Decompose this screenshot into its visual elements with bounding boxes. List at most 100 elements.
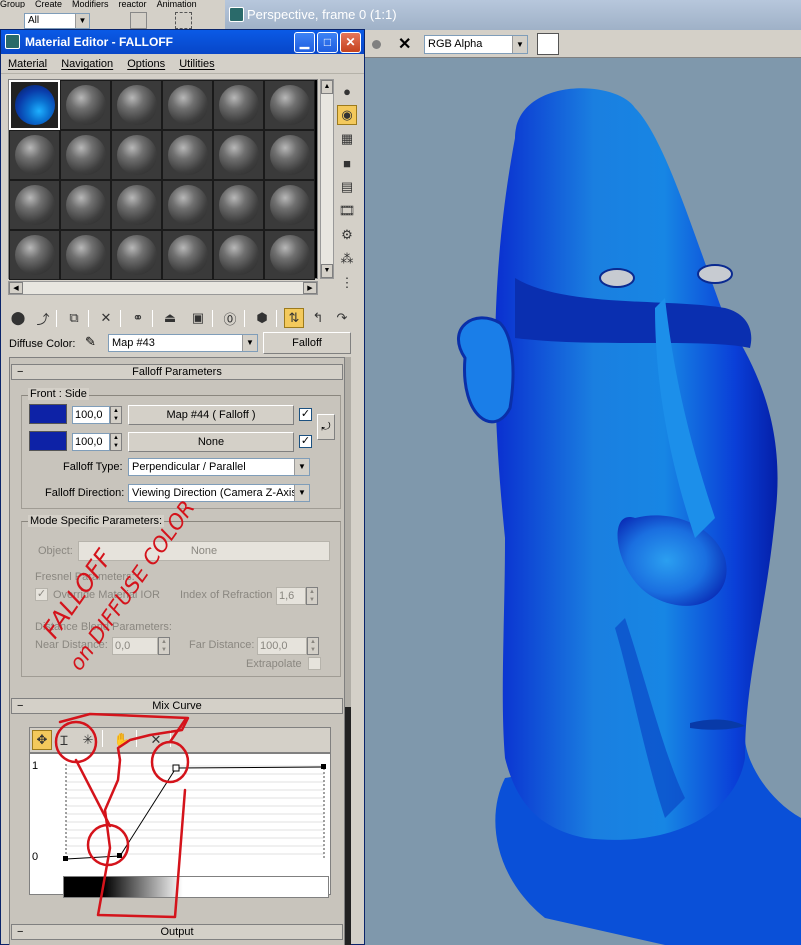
options-icon[interactable]: ⚙ — [337, 225, 357, 245]
sample-slot[interactable] — [111, 130, 162, 180]
side-map-checkbox[interactable]: ✓ — [299, 435, 312, 448]
render-dot-icon[interactable] — [372, 40, 381, 49]
maximize-button[interactable]: □ — [317, 32, 338, 53]
go-forward-to-sibling-icon[interactable]: ↷ — [332, 308, 352, 328]
menu-reactor[interactable]: reactor — [119, 0, 147, 8]
minimize-button[interactable]: ▁ — [294, 32, 315, 53]
sample-slot[interactable] — [111, 180, 162, 230]
material-effects-channel-icon[interactable]: ▣ — [188, 308, 208, 328]
eyedropper-icon[interactable]: ✎ — [85, 334, 96, 350]
slots-vertical-scrollbar[interactable]: ▲ ▼ — [320, 79, 334, 279]
near-distance-spinner[interactable]: 0,0 ▲ ▼ — [112, 637, 170, 655]
channel-color-swatch[interactable] — [537, 33, 559, 55]
ior-spinner[interactable]: 1,6 ▲ ▼ — [276, 587, 318, 605]
sample-slot[interactable] — [264, 230, 315, 280]
spinner-arrows-icon[interactable]: ▲ ▼ — [306, 587, 318, 605]
sample-slot[interactable] — [60, 80, 111, 130]
sample-slot[interactable] — [9, 230, 60, 280]
sample-slot[interactable] — [162, 80, 213, 130]
go-to-parent-icon[interactable]: ↰ — [308, 308, 328, 328]
side-amount-spinner[interactable]: 100,0 ▲ ▼ — [72, 433, 122, 451]
sample-uv-icon[interactable]: ■ — [337, 153, 357, 173]
get-material-icon[interactable]: ⬤ — [8, 308, 28, 328]
front-amount-spinner[interactable]: 100,0 ▲ ▼ — [72, 406, 122, 424]
sample-slot[interactable] — [264, 80, 315, 130]
front-color-swatch[interactable] — [29, 404, 67, 424]
scroll-left-icon[interactable]: ◀ — [9, 282, 23, 294]
scale-point-icon[interactable]: Ɪ — [54, 730, 74, 750]
menu-material[interactable]: Material — [8, 58, 47, 70]
sample-slot[interactable] — [162, 230, 213, 280]
scroll-down-icon[interactable]: ▼ — [321, 264, 333, 278]
extrapolate-checkbox[interactable] — [308, 657, 321, 670]
video-color-check-icon[interactable]: ▤ — [337, 177, 357, 197]
curve-point[interactable] — [321, 764, 326, 769]
sample-slot[interactable] — [264, 180, 315, 230]
menu-modifiers[interactable]: Modifiers — [72, 0, 109, 8]
map-type-button[interactable]: Falloff — [263, 332, 351, 354]
scroll-right-icon[interactable]: ▶ — [303, 282, 317, 294]
spinner-arrows-icon[interactable]: ▲ ▼ — [307, 637, 319, 655]
add-point-icon[interactable]: ✳ — [78, 730, 98, 750]
close-button[interactable]: ✕ — [340, 32, 361, 53]
select-region-icon[interactable] — [175, 12, 192, 29]
material-map-navigator-icon[interactable]: ⋮ — [337, 273, 357, 293]
sample-slot[interactable] — [60, 230, 111, 280]
make-preview-icon[interactable]: 🎞 — [337, 201, 357, 221]
menu-navigation[interactable]: Navigation — [61, 58, 113, 70]
reset-map-icon[interactable]: ✕ — [96, 308, 116, 328]
sample-slot[interactable] — [213, 130, 264, 180]
spinner-arrows-icon[interactable]: ▲ ▼ — [110, 433, 122, 451]
rollout-scrollbar[interactable] — [345, 357, 351, 945]
assign-to-selection-icon[interactable]: ⧉ — [64, 308, 84, 328]
put-to-scene-icon[interactable]: ⤴ — [33, 308, 53, 328]
menu-animation[interactable]: Animation — [157, 0, 197, 8]
put-to-library-icon[interactable]: ⏏ — [160, 308, 180, 328]
move-icon[interactable]: ✥ — [32, 730, 52, 750]
sample-slot[interactable] — [60, 180, 111, 230]
slots-horizontal-scrollbar[interactable]: ◀ ▶ — [8, 281, 318, 295]
override-ior-checkbox[interactable]: ✓ — [35, 588, 48, 601]
far-distance-spinner[interactable]: 100,0 ▲ ▼ — [257, 637, 319, 655]
sample-slot[interactable] — [213, 230, 264, 280]
falloff-direction-dropdown[interactable]: Viewing Direction (Camera Z-Axis) ▼ — [128, 484, 310, 502]
mix-curve-graph[interactable]: 1 0 — [29, 753, 331, 895]
side-map-button[interactable]: None — [128, 432, 294, 452]
spinner-arrows-icon[interactable]: ▲ ▼ — [110, 406, 122, 424]
curve-point[interactable] — [117, 853, 122, 858]
side-color-swatch[interactable] — [29, 431, 67, 451]
sample-slot[interactable] — [111, 80, 162, 130]
sample-slot-active[interactable] — [9, 80, 60, 130]
sample-slot[interactable] — [162, 180, 213, 230]
menu-group[interactable]: Group — [0, 0, 25, 8]
front-map-button[interactable]: Map #44 ( Falloff ) — [128, 405, 294, 425]
sample-slot[interactable] — [213, 180, 264, 230]
swap-colors-icon[interactable]: ⤾ — [317, 414, 335, 440]
effects-channel-icon[interactable]: ⓪ — [220, 308, 240, 328]
spinner-arrows-icon[interactable]: ▲ ▼ — [158, 637, 170, 655]
sample-slot[interactable] — [60, 130, 111, 180]
curve-point[interactable] — [63, 856, 68, 861]
map-name-dropdown[interactable]: Map #43 ▼ — [108, 334, 258, 352]
pan-icon[interactable]: ✋ — [112, 730, 132, 750]
selection-filter-dropdown[interactable]: All ▼ — [24, 13, 90, 29]
sample-type-icon[interactable]: ● — [337, 81, 357, 101]
scroll-up-icon[interactable]: ▲ — [321, 80, 333, 94]
backlight-icon[interactable]: ◉ — [337, 105, 357, 125]
sample-slot[interactable] — [213, 80, 264, 130]
select-object-icon[interactable] — [130, 12, 147, 29]
channel-dropdown[interactable]: RGB Alpha ▼ — [424, 35, 528, 54]
output-rollout-header[interactable]: − Output — [11, 924, 343, 940]
front-map-checkbox[interactable]: ✓ — [299, 408, 312, 421]
sample-slot[interactable] — [162, 130, 213, 180]
sample-slot[interactable] — [9, 130, 60, 180]
menu-utilities[interactable]: Utilities — [179, 58, 214, 70]
sample-slot[interactable] — [264, 130, 315, 180]
material-editor-titlebar[interactable]: Material Editor - FALLOFF ▁ □ ✕ — [1, 30, 364, 54]
show-map-in-viewport-icon[interactable]: ⬢ — [252, 308, 272, 328]
close-icon[interactable]: ✕ — [398, 34, 411, 54]
falloff-parameters-rollout-header[interactable]: − Falloff Parameters — [11, 364, 343, 380]
sample-slot[interactable] — [9, 180, 60, 230]
scrollbar-thumb[interactable] — [345, 707, 351, 945]
mix-curve-rollout-header[interactable]: − Mix Curve — [11, 698, 343, 714]
